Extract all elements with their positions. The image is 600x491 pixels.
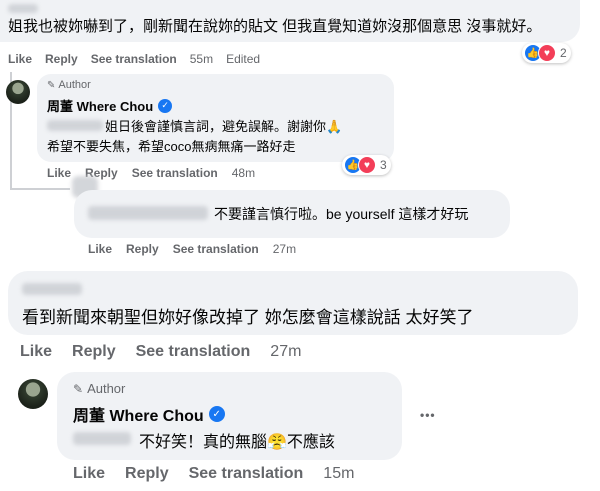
redacted-mention [73, 432, 131, 445]
comment-text: 姐我也被妳嚇到了，剛新聞在說妳的貼文 但我直覺知道妳沒那個意思 沒事就好。 [8, 18, 542, 35]
author-badge: ✎ Author [47, 79, 91, 91]
reaction-summary[interactable]: 👍 ♥ 2 [522, 43, 571, 63]
see-translation-link[interactable]: See translation [132, 166, 218, 180]
reply-actions: Like Reply See translation 15m [73, 465, 354, 483]
reply-button[interactable]: Reply [125, 465, 169, 483]
author-name[interactable]: 周董 Where Chou ✓ [73, 402, 225, 426]
redacted-username [8, 4, 38, 13]
author-avatar[interactable] [6, 80, 30, 104]
reaction-count: 2 [560, 46, 567, 60]
love-reaction-icon: ♥ [538, 44, 556, 62]
microphone-icon: ✎ [47, 79, 56, 91]
reaction-count: 3 [380, 158, 387, 172]
reply-bubble: 不要謹言慎行啦。be yourself 這樣才好玩 [74, 190, 510, 238]
comment-bubble: 看到新聞來朝聖但妳好像改掉了 妳怎麼會這樣說話 太好笑了 [8, 271, 578, 335]
like-button[interactable]: Like [73, 465, 105, 483]
comment-actions: Like Reply See translation 55m Edited [8, 52, 260, 66]
comment-actions: Like Reply See translation 27m [20, 343, 301, 361]
reply-button[interactable]: Reply [72, 343, 116, 361]
love-reaction-icon: ♥ [358, 156, 376, 174]
edited-label: Edited [226, 52, 261, 66]
reaction-summary[interactable]: 👍 ♥ 3 [342, 155, 391, 175]
redacted-mention [47, 120, 103, 131]
like-button[interactable]: Like [8, 52, 32, 66]
timestamp[interactable]: 27m [273, 242, 296, 256]
comment-bubble: 姐我也被妳嚇到了，剛新聞在說妳的貼文 但我直覺知道妳沒那個意思 沒事就好。 [0, 0, 580, 42]
reply-text: 不要謹言慎行啦。be yourself 這樣才好玩 [214, 206, 469, 222]
author-avatar[interactable] [18, 379, 48, 409]
comment-text: 看到新聞來朝聖但妳好像改掉了 妳怎麼會這樣說話 太好笑了 [22, 308, 474, 327]
redacted-username [22, 283, 82, 295]
verified-badge-icon: ✓ [208, 406, 225, 422]
reply-text-line1: 姐日後會謹慎言詞，避免誤解。謝謝你🙏 [105, 119, 343, 134]
reply-actions: Like Reply See translation 27m [88, 242, 296, 256]
reply-bubble: ✎ Author 周董 Where Chou ✓ 姐日後會謹慎言詞，避免誤解。謝… [37, 74, 394, 162]
verified-badge-icon: ✓ [158, 98, 173, 113]
redacted-username [88, 206, 208, 220]
see-translation-link[interactable]: See translation [173, 242, 259, 256]
author-name[interactable]: 周董 Where Chou ✓ [47, 96, 173, 115]
timestamp[interactable]: 55m [190, 52, 213, 66]
reply-text: 不好笑！真的無腦😤不應該 [139, 434, 335, 451]
see-translation-link[interactable]: See translation [136, 343, 251, 361]
reply-text-line2: 希望不要失焦，希望coco無病無痛一路好走 [47, 139, 296, 154]
reply-button[interactable]: Reply [45, 52, 78, 66]
author-badge: ✎ Author [73, 381, 126, 396]
see-translation-link[interactable]: See translation [91, 52, 177, 66]
reply-button[interactable]: Reply [126, 242, 159, 256]
see-translation-link[interactable]: See translation [189, 465, 304, 483]
like-button[interactable]: Like [20, 343, 52, 361]
microphone-icon: ✎ [73, 381, 84, 396]
timestamp[interactable]: 48m [232, 166, 255, 180]
more-options-icon[interactable]: ••• [420, 408, 436, 422]
like-button[interactable]: Like [88, 242, 112, 256]
timestamp[interactable]: 15m [323, 465, 354, 483]
reply-bubble: ✎ Author 周董 Where Chou ✓ 不好笑！真的無腦😤不應該 [57, 372, 402, 460]
timestamp[interactable]: 27m [270, 343, 301, 361]
like-button[interactable]: Like [47, 166, 71, 180]
thread-line [10, 188, 70, 190]
